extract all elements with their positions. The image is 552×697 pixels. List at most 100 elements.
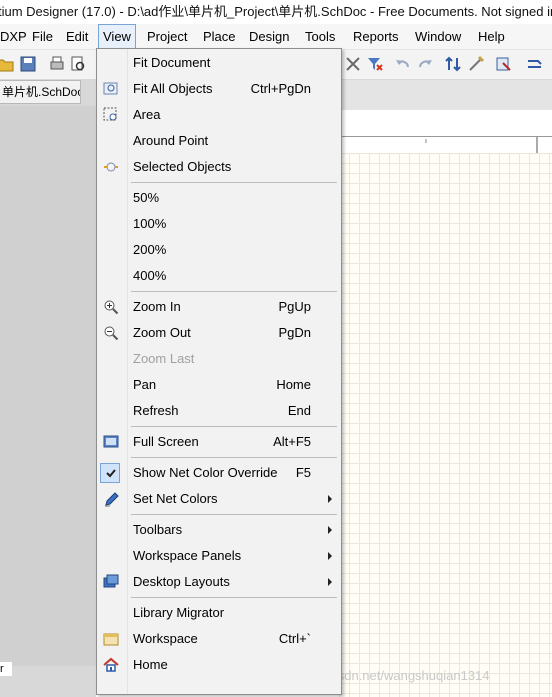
menu-view[interactable]: View	[98, 24, 136, 49]
wire-icon[interactable]	[526, 55, 544, 73]
window-title-bar: tium Designer (17.0) - D:\ad作业\单片机_Proje…	[0, 0, 552, 24]
menu-item-shortcut: Ctrl+PgDn	[250, 81, 311, 96]
menu-item-label: Around Point	[133, 133, 209, 148]
open-folder-icon[interactable]	[0, 55, 14, 73]
undo-icon[interactable]	[394, 55, 412, 73]
menu-item-zoom-400[interactable]: 400%	[97, 263, 341, 289]
clear-filter-icon[interactable]	[366, 55, 384, 73]
menu-bar: DXP File Edit View Project Place Design …	[0, 24, 552, 50]
menu-item-zoom-50[interactable]: 50%	[97, 185, 341, 211]
menu-item-label: Zoom Out	[133, 325, 191, 340]
menu-help[interactable]: Help	[474, 24, 509, 49]
pen-icon	[105, 492, 119, 507]
menu-item-zoom-last: Zoom Last	[97, 346, 341, 372]
zoom-in-icon	[104, 300, 119, 315]
zoom-out-icon	[104, 326, 119, 341]
check-icon	[106, 469, 116, 478]
menu-item-label: 100%	[133, 216, 167, 231]
schematic-area	[339, 80, 552, 697]
menu-tools[interactable]: Tools	[301, 24, 339, 49]
menu-item-zoom-out[interactable]: Zoom Out PgDn	[97, 320, 341, 346]
menu-item-shortcut: Alt+F5	[273, 434, 311, 449]
menu-item-label: 400%	[133, 268, 167, 283]
menu-item-label: Zoom In	[133, 299, 181, 314]
menu-item-zoom-200[interactable]: 200%	[97, 237, 341, 263]
menu-edit[interactable]: Edit	[62, 24, 92, 49]
left-bottom-text: r	[0, 662, 12, 676]
menu-item-show-net-color-override[interactable]: Show Net Color Override F5	[97, 460, 341, 486]
document-tab[interactable]: 单片机.SchDoc	[0, 80, 81, 104]
menu-item-workspace[interactable]: Workspace Ctrl+`	[97, 626, 341, 652]
submenu-arrow-icon	[328, 552, 332, 560]
workspace-icon	[103, 633, 119, 646]
schematic-grid[interactable]	[339, 153, 552, 697]
home-icon	[103, 657, 119, 672]
menu-item-around-point[interactable]: Around Point	[97, 128, 341, 154]
menu-separator	[131, 426, 337, 427]
menu-item-label: 200%	[133, 242, 167, 257]
print-icon[interactable]	[48, 55, 66, 73]
menu-item-desktop-layouts[interactable]: Desktop Layouts	[97, 569, 341, 595]
menu-item-label: Set Net Colors	[133, 491, 218, 506]
menu-item-home[interactable]: Home	[97, 652, 341, 678]
menu-project[interactable]: Project	[143, 24, 191, 49]
menu-item-workspace-panels[interactable]: Workspace Panels	[97, 543, 341, 569]
menu-item-toolbars[interactable]: Toolbars	[97, 517, 341, 543]
menu-item-label: Pan	[133, 377, 157, 392]
sheet-border-ruler	[339, 136, 552, 154]
menu-item-shortcut: PgUp	[278, 299, 311, 314]
window-title: tium Designer (17.0) - D:\ad作业\单片机_Proje…	[0, 4, 552, 19]
menu-item-fit-all-objects[interactable]: Fit All Objects Ctrl+PgDn	[97, 76, 341, 102]
menu-item-label: Library Migrator	[133, 605, 225, 620]
fit-all-icon	[103, 82, 118, 95]
menu-file[interactable]: File	[28, 24, 57, 49]
menu-item-library-migrator[interactable]: Library Migrator	[97, 600, 341, 626]
view-menu-dropdown: Fit Document Fit All Objects Ctrl+PgDn A…	[96, 48, 342, 695]
menu-item-area[interactable]: Area	[97, 102, 341, 128]
left-panel-body	[0, 106, 96, 666]
menu-separator	[131, 597, 337, 598]
menu-item-full-screen[interactable]: Full Screen Alt+F5	[97, 429, 341, 455]
editor-header	[339, 80, 552, 110]
menu-item-label: Full Screen	[133, 434, 199, 449]
save-icon[interactable]	[19, 55, 37, 73]
submenu-arrow-icon	[328, 526, 332, 534]
menu-item-label: Workspace	[133, 631, 198, 646]
up-down-hierarchy-icon[interactable]	[444, 55, 462, 73]
menu-item-selected-objects[interactable]: Selected Objects	[97, 154, 341, 180]
menu-item-label: Area	[133, 107, 161, 122]
menu-item-label: Refresh	[133, 403, 179, 418]
menu-item-label: Selected Objects	[133, 159, 232, 174]
menu-separator	[131, 514, 337, 515]
selected-objects-icon	[104, 162, 118, 172]
cross-select-icon[interactable]	[344, 55, 362, 73]
menu-item-shortcut: Home	[276, 377, 311, 392]
print-preview-icon[interactable]	[69, 55, 87, 73]
menu-item-zoom-in[interactable]: Zoom In PgUp	[97, 294, 341, 320]
menu-reports[interactable]: Reports	[349, 24, 403, 49]
menu-window[interactable]: Window	[411, 24, 465, 49]
menu-place[interactable]: Place	[199, 24, 240, 49]
menu-item-set-net-colors[interactable]: Set Net Colors	[97, 486, 341, 512]
menu-dxp[interactable]: DXP	[0, 24, 31, 49]
menu-item-pan[interactable]: Pan Home	[97, 372, 341, 398]
menu-item-shortcut: PgDn	[278, 325, 311, 340]
menu-item-shortcut: End	[287, 403, 311, 418]
menu-item-label: Desktop Layouts	[133, 574, 230, 589]
menu-item-fit-document[interactable]: Fit Document	[97, 50, 341, 76]
menu-item-label: Fit Document	[133, 55, 211, 70]
left-panel: 单片机.SchDoc	[0, 80, 96, 697]
submenu-arrow-icon	[328, 578, 332, 586]
ruler-ticks	[425, 137, 538, 153]
menu-item-shortcut: Ctrl+`	[278, 631, 311, 646]
desktop-layouts-icon	[103, 574, 119, 588]
redo-icon[interactable]	[416, 55, 434, 73]
menu-item-label: Fit All Objects	[133, 81, 213, 96]
menu-item-zoom-100[interactable]: 100%	[97, 211, 341, 237]
menu-item-refresh[interactable]: Refresh End	[97, 398, 341, 424]
menu-design[interactable]: Design	[245, 24, 293, 49]
menu-separator	[131, 182, 337, 183]
cross-probe-icon[interactable]	[467, 55, 485, 73]
area-select-icon	[103, 107, 117, 121]
browse-component-icon[interactable]	[495, 55, 513, 73]
